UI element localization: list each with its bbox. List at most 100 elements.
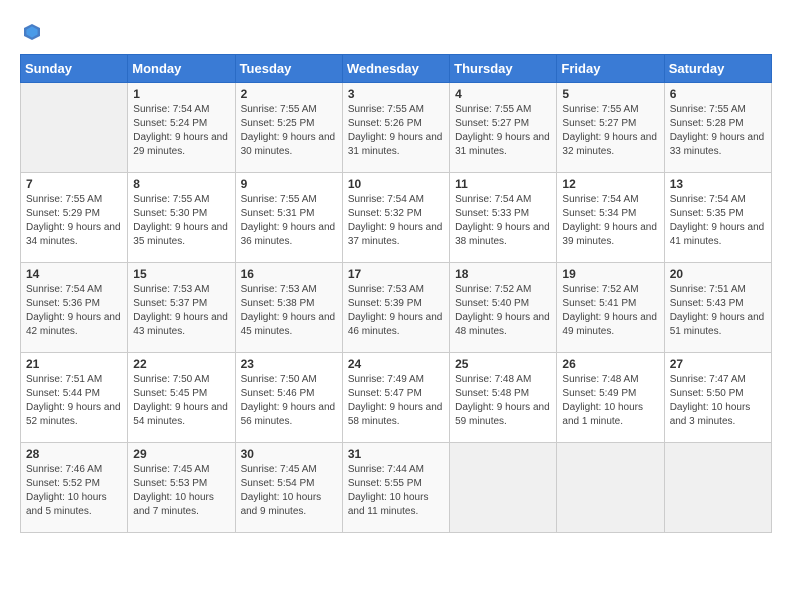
day-number: 6 (670, 87, 766, 101)
cell-info: Sunrise: 7:53 AMSunset: 5:39 PMDaylight:… (348, 283, 444, 339)
calendar-cell: 5 Sunrise: 7:55 AMSunset: 5:27 PMDaylight… (557, 83, 664, 173)
logo-icon (20, 20, 44, 44)
cell-info: Sunrise: 7:48 AMSunset: 5:48 PMDaylight:… (455, 373, 551, 429)
day-number: 22 (133, 357, 229, 371)
cell-info: Sunrise: 7:45 AMSunset: 5:53 PMDaylight:… (133, 463, 229, 519)
day-number: 31 (348, 447, 444, 461)
calendar-cell: 13Sunrise: 7:54 AMSunset: 5:35 PMDayligh… (664, 173, 771, 263)
calendar-cell: 8 Sunrise: 7:55 AMSunset: 5:30 PMDaylight… (128, 173, 235, 263)
cell-info: Sunrise: 7:46 AMSunset: 5:52 PMDaylight:… (26, 463, 122, 519)
cell-info: Sunrise: 7:54 AMSunset: 5:34 PMDaylight:… (562, 193, 658, 249)
day-number: 28 (26, 447, 122, 461)
calendar-table: SundayMondayTuesdayWednesdayThursdayFrid… (20, 54, 772, 533)
header-cell-wednesday: Wednesday (342, 55, 449, 83)
calendar-cell (664, 443, 771, 533)
cell-info: Sunrise: 7:50 AMSunset: 5:46 PMDaylight:… (241, 373, 337, 429)
calendar-cell: 22Sunrise: 7:50 AMSunset: 5:45 PMDayligh… (128, 353, 235, 443)
calendar-cell: 1Sunrise: 7:54 AMSunset: 5:24 PMDaylight… (128, 83, 235, 173)
calendar-cell: 14Sunrise: 7:54 AMSunset: 5:36 PMDayligh… (21, 263, 128, 353)
calendar-cell: 18 Sunrise: 7:52 AMSunset: 5:40 PMDayligh… (450, 263, 557, 353)
cell-info: Sunrise: 7:54 AMSunset: 5:24 PMDaylight:… (133, 103, 229, 159)
cell-info: Sunrise: 7:53 AMSunset: 5:38 PMDaylight:… (241, 283, 337, 339)
cell-info: Sunrise: 7:45 AMSunset: 5:54 PMDaylight:… (241, 463, 337, 519)
calendar-cell: 24 Sunrise: 7:49 AMSunset: 5:47 PMDayligh… (342, 353, 449, 443)
cell-info: Sunrise: 7:48 AMSunset: 5:49 PMDaylight:… (562, 373, 658, 429)
calendar-cell: 4Sunrise: 7:55 AMSunset: 5:27 PMDaylight… (450, 83, 557, 173)
header-cell-tuesday: Tuesday (235, 55, 342, 83)
logo (20, 20, 48, 44)
day-number: 11 (455, 177, 551, 191)
calendar-cell: 20 Sunrise: 7:51 AMSunset: 5:43 PMDayligh… (664, 263, 771, 353)
cell-info: Sunrise: 7:55 AMSunset: 5:28 PMDaylight:… (670, 103, 766, 159)
calendar-cell: 15 Sunrise: 7:53 AMSunset: 5:37 PMDayligh… (128, 263, 235, 353)
page-header (20, 20, 772, 44)
cell-info: Sunrise: 7:55 AMSunset: 5:29 PMDaylight:… (26, 193, 122, 249)
day-number: 26 (562, 357, 658, 371)
calendar-cell: 19 Sunrise: 7:52 AMSunset: 5:41 PMDayligh… (557, 263, 664, 353)
calendar-cell: 12Sunrise: 7:54 AMSunset: 5:34 PMDayligh… (557, 173, 664, 263)
day-number: 16 (241, 267, 337, 281)
day-number: 17 (348, 267, 444, 281)
cell-info: Sunrise: 7:52 AMSunset: 5:41 PMDaylight:… (562, 283, 658, 339)
calendar-cell: 7 Sunrise: 7:55 AMSunset: 5:29 PMDaylight… (21, 173, 128, 263)
calendar-cell: 23 Sunrise: 7:50 AMSunset: 5:46 PMDayligh… (235, 353, 342, 443)
day-number: 15 (133, 267, 229, 281)
day-number: 27 (670, 357, 766, 371)
day-number: 30 (241, 447, 337, 461)
calendar-cell: 2 Sunrise: 7:55 AMSunset: 5:25 PMDaylight… (235, 83, 342, 173)
calendar-cell: 26 Sunrise: 7:48 AMSunset: 5:49 PMDayligh… (557, 353, 664, 443)
day-number: 9 (241, 177, 337, 191)
cell-info: Sunrise: 7:55 AMSunset: 5:25 PMDaylight:… (241, 103, 337, 159)
calendar-cell: 10Sunrise: 7:54 AMSunset: 5:32 PMDayligh… (342, 173, 449, 263)
cell-info: Sunrise: 7:55 AMSunset: 5:27 PMDaylight:… (562, 103, 658, 159)
cell-info: Sunrise: 7:49 AMSunset: 5:47 PMDaylight:… (348, 373, 444, 429)
calendar-cell: 9 Sunrise: 7:55 AMSunset: 5:31 PMDaylight… (235, 173, 342, 263)
calendar-cell: 16 Sunrise: 7:53 AMSunset: 5:38 PMDayligh… (235, 263, 342, 353)
day-number: 29 (133, 447, 229, 461)
day-number: 4 (455, 87, 551, 101)
header-cell-friday: Friday (557, 55, 664, 83)
day-number: 21 (26, 357, 122, 371)
header-cell-sunday: Sunday (21, 55, 128, 83)
cell-info: Sunrise: 7:54 AMSunset: 5:32 PMDaylight:… (348, 193, 444, 249)
calendar-body: 1Sunrise: 7:54 AMSunset: 5:24 PMDaylight… (21, 83, 772, 533)
cell-info: Sunrise: 7:54 AMSunset: 5:33 PMDaylight:… (455, 193, 551, 249)
cell-info: Sunrise: 7:55 AMSunset: 5:26 PMDaylight:… (348, 103, 444, 159)
calendar-cell: 21 Sunrise: 7:51 AMSunset: 5:44 PMDayligh… (21, 353, 128, 443)
day-number: 19 (562, 267, 658, 281)
header-cell-monday: Monday (128, 55, 235, 83)
cell-info: Sunrise: 7:51 AMSunset: 5:44 PMDaylight:… (26, 373, 122, 429)
day-number: 7 (26, 177, 122, 191)
day-number: 8 (133, 177, 229, 191)
header-cell-thursday: Thursday (450, 55, 557, 83)
calendar-cell: 11 Sunrise: 7:54 AMSunset: 5:33 PMDayligh… (450, 173, 557, 263)
cell-info: Sunrise: 7:44 AMSunset: 5:55 PMDaylight:… (348, 463, 444, 519)
cell-info: Sunrise: 7:55 AMSunset: 5:30 PMDaylight:… (133, 193, 229, 249)
cell-info: Sunrise: 7:52 AMSunset: 5:40 PMDaylight:… (455, 283, 551, 339)
calendar-cell: 29 Sunrise: 7:45 AMSunset: 5:53 PMDayligh… (128, 443, 235, 533)
calendar-week-3: 21 Sunrise: 7:51 AMSunset: 5:44 PMDayligh… (21, 353, 772, 443)
calendar-cell: 27 Sunrise: 7:47 AMSunset: 5:50 PMDayligh… (664, 353, 771, 443)
calendar-cell (21, 83, 128, 173)
calendar-week-4: 28 Sunrise: 7:46 AMSunset: 5:52 PMDayligh… (21, 443, 772, 533)
calendar-week-2: 14Sunrise: 7:54 AMSunset: 5:36 PMDayligh… (21, 263, 772, 353)
day-number: 3 (348, 87, 444, 101)
cell-info: Sunrise: 7:51 AMSunset: 5:43 PMDaylight:… (670, 283, 766, 339)
day-number: 24 (348, 357, 444, 371)
calendar-cell (557, 443, 664, 533)
cell-info: Sunrise: 7:47 AMSunset: 5:50 PMDaylight:… (670, 373, 766, 429)
calendar-header: SundayMondayTuesdayWednesdayThursdayFrid… (21, 55, 772, 83)
calendar-cell: 31 Sunrise: 7:44 AMSunset: 5:55 PMDayligh… (342, 443, 449, 533)
cell-info: Sunrise: 7:54 AMSunset: 5:35 PMDaylight:… (670, 193, 766, 249)
calendar-cell: 17 Sunrise: 7:53 AMSunset: 5:39 PMDayligh… (342, 263, 449, 353)
day-number: 23 (241, 357, 337, 371)
header-row: SundayMondayTuesdayWednesdayThursdayFrid… (21, 55, 772, 83)
day-number: 5 (562, 87, 658, 101)
day-number: 18 (455, 267, 551, 281)
cell-info: Sunrise: 7:53 AMSunset: 5:37 PMDaylight:… (133, 283, 229, 339)
day-number: 25 (455, 357, 551, 371)
calendar-cell (450, 443, 557, 533)
day-number: 20 (670, 267, 766, 281)
day-number: 2 (241, 87, 337, 101)
cell-info: Sunrise: 7:55 AMSunset: 5:31 PMDaylight:… (241, 193, 337, 249)
